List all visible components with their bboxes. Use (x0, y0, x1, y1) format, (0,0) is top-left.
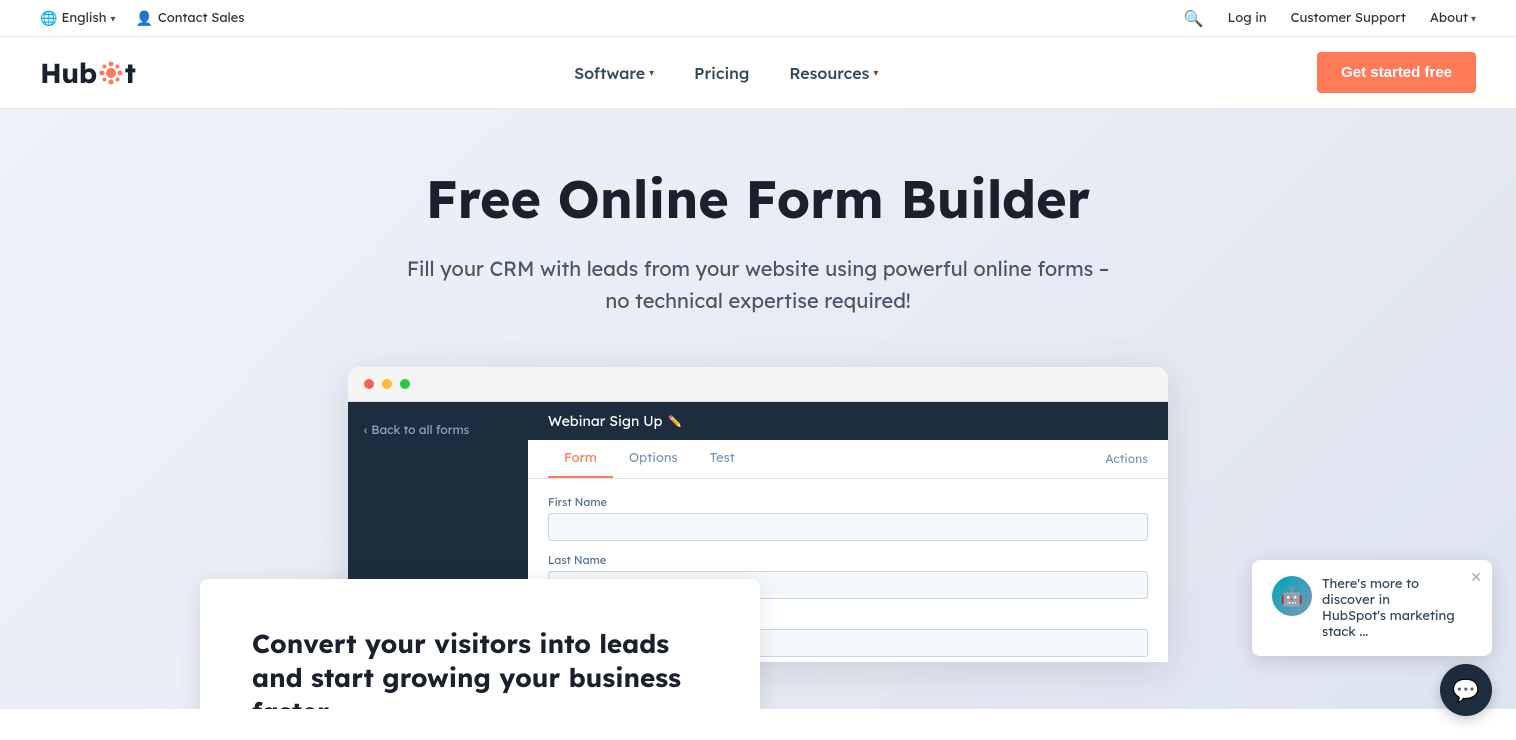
search-icon[interactable]: 🔍 (1184, 8, 1204, 28)
browser-chrome (348, 367, 1168, 402)
form-name-label: Webinar Sign Up (548, 412, 662, 430)
edit-icon: ✏️ (668, 414, 682, 428)
main-nav: Hub t Software ▾ Pricing Res (0, 37, 1516, 109)
back-to-forms-btn[interactable]: ‹ Back to all forms (348, 414, 528, 445)
pricing-label: Pricing (694, 63, 749, 83)
tab-form[interactable]: Form (548, 440, 613, 478)
about-dropdown[interactable]: About ▾ (1430, 10, 1476, 26)
first-name-field: First Name (548, 495, 1148, 541)
browser-dot-red (364, 379, 374, 389)
tab-options[interactable]: Options (613, 440, 694, 478)
overlay-card: Convert your visitors into leads and sta… (200, 579, 760, 709)
chat-widget: 🤖 There's more to discover in HubSpot's … (1440, 664, 1492, 716)
overlay-card-title: Convert your visitors into leads and sta… (252, 627, 708, 709)
form-tabs: Form Options Test Actions (528, 440, 1168, 479)
hero-text-block: Free Online Form Builder Fill your CRM w… (398, 169, 1118, 317)
chat-popup: 🤖 There's more to discover in HubSpot's … (1252, 560, 1492, 656)
contact-sales-label: Contact Sales (158, 10, 245, 26)
back-to-forms-label: Back to all forms (371, 422, 469, 437)
chat-avatar: 🤖 (1272, 576, 1312, 616)
person-icon: 👤 (135, 9, 152, 27)
customer-support-link[interactable]: Customer Support (1291, 10, 1406, 26)
nav-pricing[interactable]: Pricing (678, 55, 765, 91)
form-title-text: Webinar Sign Up ✏️ (548, 412, 682, 430)
back-arrow-icon: ‹ (364, 422, 367, 437)
nav-cta-button[interactable]: Get started free (1317, 52, 1476, 93)
language-label: English (61, 10, 106, 26)
tab-test[interactable]: Test (694, 440, 751, 478)
chat-close-icon[interactable]: ✕ (1470, 568, 1482, 586)
chat-icon: 💬 (1452, 676, 1479, 704)
contact-sales-link[interactable]: 👤 Contact Sales (135, 9, 244, 27)
software-label: Software (574, 63, 645, 83)
first-name-label: First Name (548, 495, 1148, 509)
nav-links: Software ▾ Pricing Resources ▾ (558, 55, 894, 91)
software-chevron-icon: ▾ (649, 66, 654, 79)
language-selector[interactable]: 🌐 English ▾ (40, 9, 115, 27)
about-link[interactable]: About (1430, 10, 1468, 26)
chat-popup-message: There's more to discover in HubSpot's ma… (1322, 576, 1472, 640)
hubspot-sprocket-icon (97, 59, 125, 87)
last-name-label: Last Name (548, 553, 1148, 567)
top-bar: 🌐 English ▾ 👤 Contact Sales 🔍 Log in Cus… (0, 0, 1516, 37)
browser-dot-yellow (382, 379, 392, 389)
hero-subtitle: Fill your CRM with leads from your websi… (398, 253, 1118, 317)
language-chevron-icon: ▾ (110, 12, 115, 25)
resources-label: Resources (789, 63, 869, 83)
logo-text-hub: Hub (40, 55, 97, 90)
browser-dot-green (400, 379, 410, 389)
globe-icon: 🌐 (40, 9, 57, 27)
first-name-input[interactable] (548, 513, 1148, 541)
top-bar-right: 🔍 Log in Customer Support About ▾ (1184, 8, 1476, 28)
about-chevron-icon: ▾ (1471, 12, 1476, 25)
chat-bubble-button[interactable]: 💬 (1440, 664, 1492, 716)
hero-title: Free Online Form Builder (398, 169, 1118, 229)
resources-chevron-icon: ▾ (873, 66, 878, 79)
nav-resources[interactable]: Resources ▾ (773, 55, 894, 91)
hubspot-logo[interactable]: Hub t (40, 55, 135, 90)
form-title-bar: Webinar Sign Up ✏️ (528, 402, 1168, 440)
tab-actions[interactable]: Actions (1105, 441, 1148, 476)
nav-software[interactable]: Software ▾ (558, 55, 670, 91)
logo-text-ot: t (125, 55, 136, 90)
top-bar-left: 🌐 English ▾ 👤 Contact Sales (40, 9, 245, 27)
login-link[interactable]: Log in (1228, 10, 1267, 26)
